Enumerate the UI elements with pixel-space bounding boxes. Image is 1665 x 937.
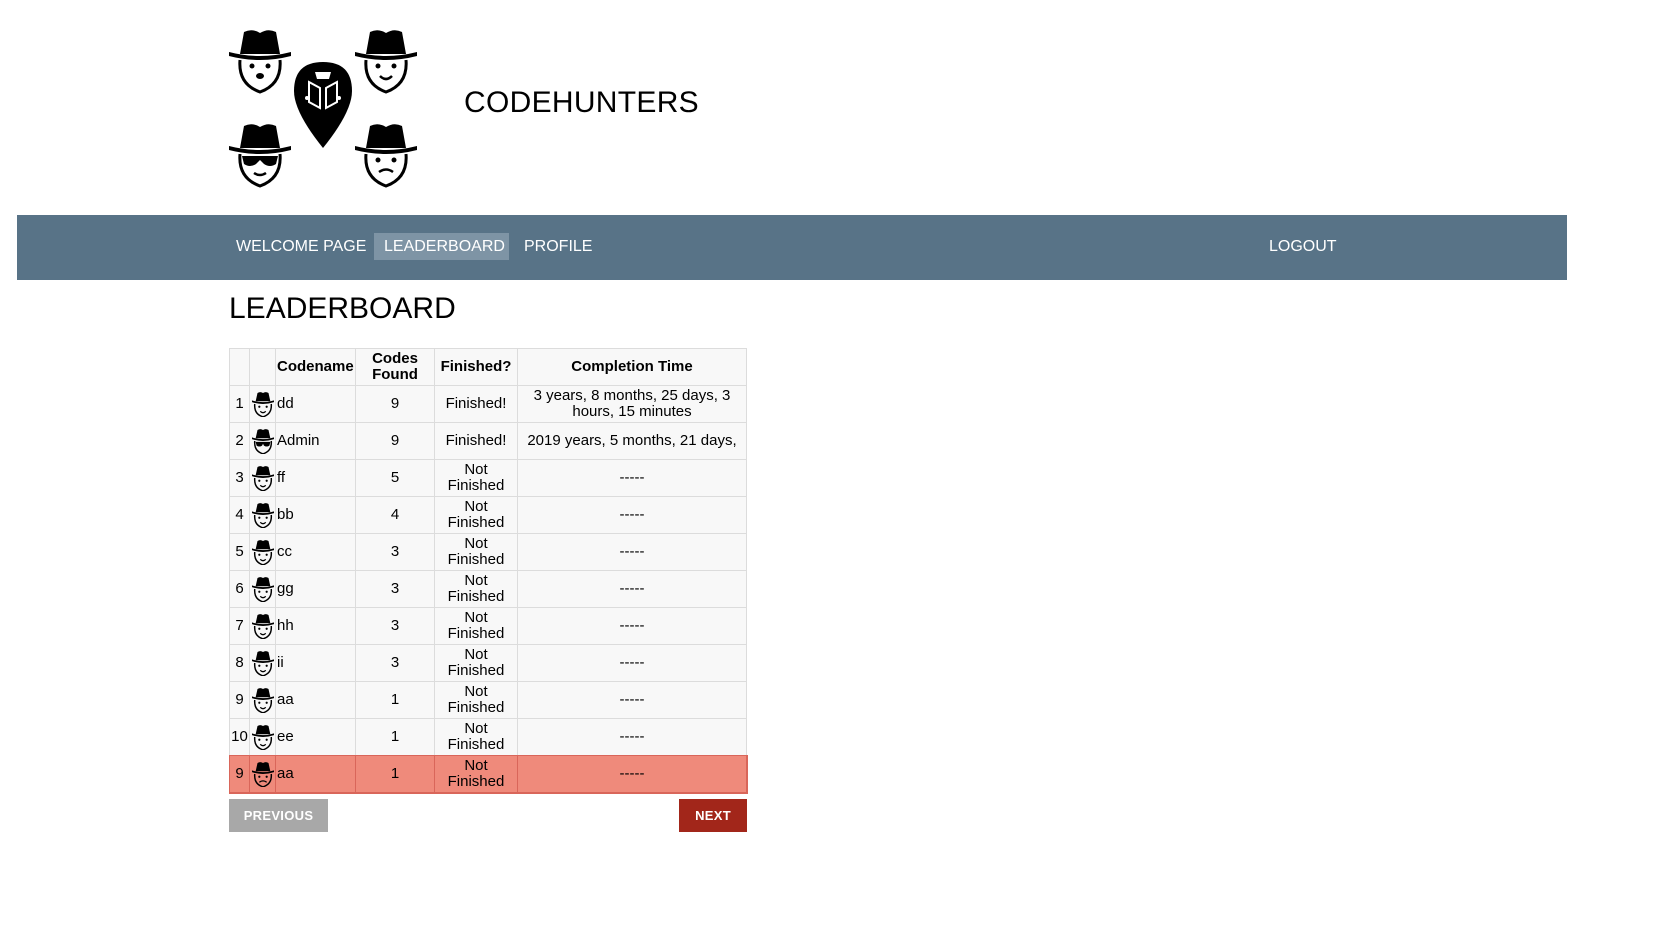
current-user-row: 9 aa 1 Not Finished -----	[228, 754, 748, 794]
completion-time-cell: -----	[517, 496, 747, 534]
leaderboard-body: 1 dd 9 Finished! 3 years, 8 months, 25 days,…	[228, 385, 748, 794]
completion-time-cell: -----	[517, 644, 747, 682]
site-header: CODEHUNTERS	[0, 0, 1665, 215]
table-row: 6 gg 3 Not Finished -----	[229, 570, 747, 608]
finished-cell: Not Finished	[434, 570, 518, 608]
rank-cell: 1	[229, 385, 250, 423]
page-title: LEADERBOARD	[229, 292, 456, 325]
previous-button[interactable]: PREVIOUS	[229, 799, 328, 832]
completion-time-cell: -----	[517, 755, 747, 793]
codename-cell: ii	[275, 644, 356, 682]
table-row: 10 ee 1 Not Finished -----	[229, 718, 747, 756]
header-codename: Codename	[275, 348, 356, 386]
nav-logout[interactable]: LOGOUT	[1259, 233, 1347, 260]
hat-face-smile-icon	[249, 607, 276, 645]
codename-cell: Admin	[275, 422, 356, 460]
table-row: 7 hh 3 Not Finished -----	[229, 607, 747, 645]
completion-time-cell: -----	[517, 681, 747, 719]
rank-cell: 3	[229, 459, 250, 497]
completion-time-cell: -----	[517, 718, 747, 756]
rank-cell: 8	[229, 644, 250, 682]
codename-cell: bb	[275, 496, 356, 534]
hat-face-smile-icon	[249, 718, 276, 756]
site-title: CODEHUNTERS	[464, 86, 699, 119]
finished-cell: Not Finished	[434, 681, 518, 719]
finished-cell: Finished!	[434, 422, 518, 460]
finished-cell: Not Finished	[434, 496, 518, 534]
completion-time-cell: 2019 years, 5 months, 21 days,	[517, 422, 747, 460]
codes-found-cell: 3	[355, 607, 435, 645]
hat-face-mustache-icon	[249, 755, 276, 793]
codename-cell: ee	[275, 718, 356, 756]
codename-cell: aa	[275, 681, 356, 719]
hat-face-sunglasses-icon	[249, 422, 276, 460]
completion-time-cell: -----	[517, 533, 747, 571]
rank-cell: 5	[229, 533, 250, 571]
codehunters-logo	[228, 28, 419, 188]
hat-face-smile-icon	[249, 533, 276, 571]
codes-found-cell: 1	[355, 718, 435, 756]
main-navbar: WELCOME PAGE LEADERBOARD PROFILE LOGOUT	[17, 215, 1567, 280]
hat-face-smile-icon	[249, 570, 276, 608]
header-avatar	[249, 348, 276, 386]
table-row: 3 ff 5 Not Finished -----	[229, 459, 747, 497]
codes-found-cell: 9	[355, 422, 435, 460]
completion-time-cell: -----	[517, 607, 747, 645]
header-codes-found: Codes Found	[355, 348, 435, 386]
nav-leaderboard[interactable]: LEADERBOARD	[374, 233, 509, 260]
rank-cell: 10	[229, 718, 250, 756]
rank-cell: 2	[229, 422, 250, 460]
codename-cell: hh	[275, 607, 356, 645]
codes-found-cell: 5	[355, 459, 435, 497]
finished-cell: Finished!	[434, 385, 518, 423]
codes-found-cell: 3	[355, 533, 435, 571]
finished-cell: Not Finished	[434, 755, 518, 793]
codes-found-cell: 1	[355, 755, 435, 793]
hat-face-smile-icon	[249, 644, 276, 682]
finished-cell: Not Finished	[434, 718, 518, 756]
hat-face-smile-icon	[249, 459, 276, 497]
codes-found-cell: 3	[355, 570, 435, 608]
header-rank	[229, 348, 250, 386]
table-row: 8 ii 3 Not Finished -----	[229, 644, 747, 682]
codes-found-cell: 9	[355, 385, 435, 423]
hat-face-smile-icon	[249, 496, 276, 534]
completion-time-cell: 3 years, 8 months, 25 days, 3 hours, 15 …	[517, 385, 747, 423]
finished-cell: Not Finished	[434, 533, 518, 571]
nav-welcome-page[interactable]: WELCOME PAGE	[226, 233, 376, 260]
completion-time-cell: -----	[517, 570, 747, 608]
header-finished: Finished?	[434, 348, 518, 386]
codename-cell: ff	[275, 459, 356, 497]
table-row: 4 bb 4 Not Finished -----	[229, 496, 747, 534]
rank-cell: 4	[229, 496, 250, 534]
table-row: 5 cc 3 Not Finished -----	[229, 533, 747, 571]
table-row: 1 dd 9 Finished! 3 years, 8 months, 25 days,…	[229, 385, 747, 423]
table-row: 9 aa 1 Not Finished -----	[229, 681, 747, 719]
completion-time-cell: -----	[517, 459, 747, 497]
leaderboard-table: Codename Codes Found Finished? Completio…	[228, 348, 748, 794]
codes-found-cell: 4	[355, 496, 435, 534]
rank-cell: 9	[229, 755, 250, 793]
codename-cell: cc	[275, 533, 356, 571]
codes-found-cell: 3	[355, 644, 435, 682]
rank-cell: 6	[229, 570, 250, 608]
next-button[interactable]: NEXT	[679, 799, 747, 832]
table-row: 2 Admin 9 Finished! 2019 years, 5 months, 21…	[229, 422, 747, 460]
finished-cell: Not Finished	[434, 607, 518, 645]
hat-face-smile-icon	[249, 681, 276, 719]
header-completion-time: Completion Time	[517, 348, 747, 386]
nav-profile[interactable]: PROFILE	[514, 233, 602, 260]
rank-cell: 7	[229, 607, 250, 645]
codes-found-cell: 1	[355, 681, 435, 719]
finished-cell: Not Finished	[434, 644, 518, 682]
finished-cell: Not Finished	[434, 459, 518, 497]
rank-cell: 9	[229, 681, 250, 719]
codename-cell: aa	[275, 755, 356, 793]
codename-cell: dd	[275, 385, 356, 423]
table-header-row: Codename Codes Found Finished? Completio…	[229, 348, 747, 386]
hat-face-smile-icon	[249, 385, 276, 423]
codename-cell: gg	[275, 570, 356, 608]
